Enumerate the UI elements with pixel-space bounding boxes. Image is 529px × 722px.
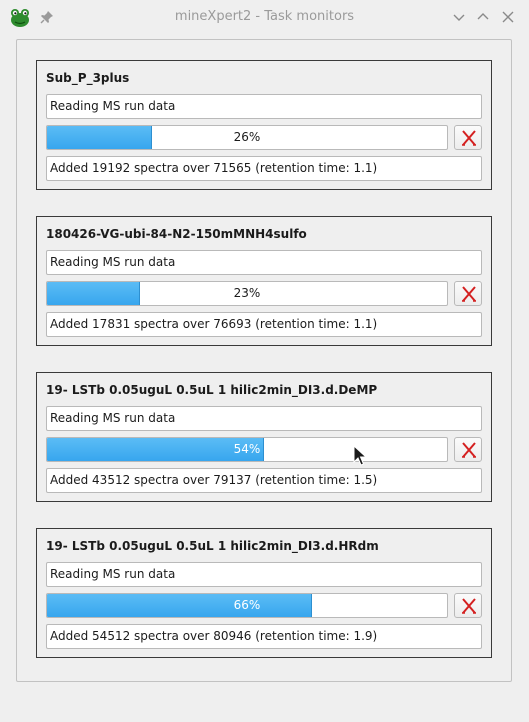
task-progress-bar: 66% bbox=[46, 593, 448, 618]
progress-label: 66% bbox=[233, 598, 261, 612]
progress-label: 54% bbox=[233, 442, 261, 456]
task-status-field: Reading MS run data bbox=[46, 250, 482, 275]
mouse-cursor-icon bbox=[353, 445, 367, 466]
task-name: Sub_P_3plus bbox=[46, 71, 130, 85]
task-monitor: 19- LSTb 0.05uguL 0.5uL 1 hilic2min_DI3.… bbox=[36, 372, 492, 502]
cancel-task-button[interactable] bbox=[454, 593, 482, 618]
task-monitors-window: mineXpert2 - Task monitors Sub_P_3plus R… bbox=[0, 0, 529, 722]
task-progress-bar: 23% bbox=[46, 281, 448, 306]
task-progress-bar: 54% bbox=[46, 437, 448, 462]
task-status-field: Reading MS run data bbox=[46, 94, 482, 119]
task-progress-bar: 26% bbox=[46, 125, 448, 150]
close-icon[interactable] bbox=[500, 9, 516, 25]
cancel-task-button[interactable] bbox=[454, 125, 482, 150]
task-monitor: Sub_P_3plus Reading MS run data 26% Adde… bbox=[36, 60, 492, 190]
task-name: 180426-VG-ubi-84-N2-150mMNH4sulfo bbox=[46, 227, 307, 241]
task-name: 19- LSTb 0.05uguL 0.5uL 1 hilic2min_DI3.… bbox=[46, 539, 379, 553]
cancel-task-icon bbox=[462, 598, 476, 614]
cancel-task-icon bbox=[462, 130, 476, 146]
progress-label: 26% bbox=[233, 130, 261, 144]
chevron-down-icon[interactable] bbox=[451, 9, 467, 25]
task-name: 19- LSTb 0.05uguL 0.5uL 1 hilic2min_DI3.… bbox=[46, 383, 378, 397]
title-bar[interactable]: mineXpert2 - Task monitors bbox=[0, 0, 529, 34]
window-title: mineXpert2 - Task monitors bbox=[174, 9, 355, 24]
task-details-field: Added 43512 spectra over 79137 (retentio… bbox=[46, 468, 482, 493]
task-status-field: Reading MS run data bbox=[46, 562, 482, 587]
task-details-field: Added 54512 spectra over 80946 (retentio… bbox=[46, 624, 482, 649]
chevron-up-icon[interactable] bbox=[475, 9, 491, 25]
task-details-field: Added 19192 spectra over 71565 (retentio… bbox=[46, 156, 482, 181]
progress-label: 23% bbox=[233, 286, 261, 300]
cancel-task-button[interactable] bbox=[454, 281, 482, 306]
cancel-task-icon bbox=[462, 442, 476, 458]
task-monitor: 19- LSTb 0.05uguL 0.5uL 1 hilic2min_DI3.… bbox=[36, 528, 492, 658]
task-details-field: Added 17831 spectra over 76693 (retentio… bbox=[46, 312, 482, 337]
cancel-task-button[interactable] bbox=[454, 437, 482, 462]
cancel-task-icon bbox=[462, 286, 476, 302]
task-monitor: 180426-VG-ubi-84-N2-150mMNH4sulfo Readin… bbox=[36, 216, 492, 346]
task-status-field: Reading MS run data bbox=[46, 406, 482, 431]
